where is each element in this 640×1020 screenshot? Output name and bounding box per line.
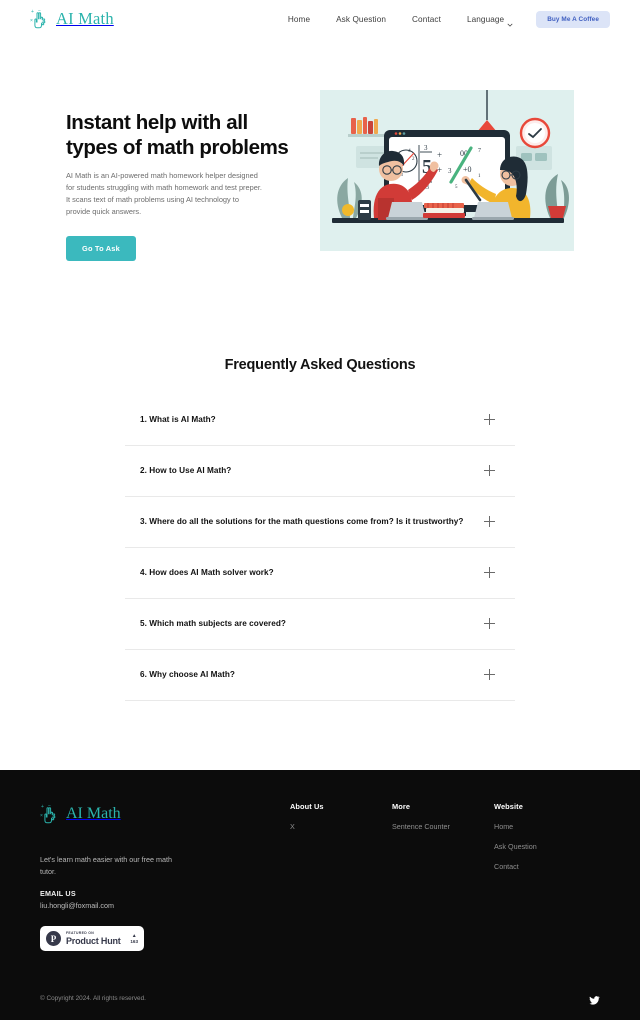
faq-item[interactable]: 3. Where do all the solutions for the ma… (125, 497, 515, 548)
brand-logo[interactable]: + − × AI Math (30, 7, 114, 31)
chevron-down-icon (507, 15, 513, 27)
site-header: + − × AI Math Home Ask Question Contact … (0, 0, 640, 38)
copyright-text: © Copyright 2024. All rights reserved. (40, 994, 146, 1002)
buy-me-a-coffee-button[interactable]: Buy Me A Coffee (536, 10, 610, 28)
svg-text:3: 3 (424, 144, 428, 152)
product-hunt-votes: ▲ 163 (130, 932, 138, 945)
footer-link-x[interactable]: X (290, 822, 392, 831)
footer-top: + − × AI Math Let's learn math easier wi… (0, 770, 640, 952)
footer-column-title: About Us (290, 802, 324, 811)
plus-icon[interactable] (484, 465, 495, 477)
footer-column-about-us: About Us X (290, 802, 392, 951)
plus-icon[interactable] (484, 669, 495, 681)
language-label: Language (466, 14, 505, 24)
faq-item[interactable]: 6. Why choose AI Math? (125, 650, 515, 701)
footer-column-website: Website Home Ask Question Contact (494, 802, 598, 951)
footer-link-sentence-counter[interactable]: Sentence Counter (392, 822, 494, 831)
footer-link-ask-question[interactable]: Ask Question (494, 842, 598, 851)
footer-bottom-bar: © Copyright 2024. All rights reserved. (0, 976, 640, 1020)
product-hunt-name: Product Hunt (66, 935, 121, 946)
hero-description: AI Math is an AI-powered math homework h… (66, 171, 262, 216)
footer-column-more: More Sentence Counter (392, 802, 494, 951)
svg-text:7: 7 (478, 148, 481, 154)
plus-icon[interactable] (484, 414, 495, 426)
caret-up-icon: ▲ (131, 932, 137, 939)
faq-heading: Frequently Asked Questions (224, 356, 416, 373)
hero-section: Instant help with all types of math prob… (0, 38, 640, 261)
go-to-ask-button[interactable]: Go To Ask (66, 235, 136, 261)
language-selector[interactable]: Language (454, 14, 526, 27)
product-hunt-badge[interactable]: P FEATURED ON Product Hunt ▲ 163 (40, 926, 144, 952)
footer-tagline: Let's learn math easier with our free ma… (40, 855, 173, 876)
footer-link-contact[interactable]: Contact (494, 862, 598, 871)
faq-item[interactable]: 4. How does AI Math solver work? (125, 548, 515, 599)
plus-icon[interactable] (484, 516, 495, 528)
svg-text:+: + (31, 9, 34, 15)
plus-icon[interactable] (484, 618, 495, 630)
nav-ask-question[interactable]: Ask Question (323, 15, 399, 24)
svg-text:×: × (40, 813, 43, 819)
faq-question: 5. Which math subjects are covered? (140, 619, 286, 629)
plus-icon[interactable] (484, 567, 495, 579)
svg-text:3: 3 (448, 167, 452, 175)
footer-brand-name: AI Math (66, 805, 121, 822)
page-root: + − × AI Math Home Ask Question Contact … (0, 0, 640, 1020)
main-navigation: Home Ask Question Contact Language Buy M… (275, 10, 610, 28)
svg-text:×: × (30, 18, 33, 24)
nav-contact[interactable]: Contact (399, 15, 454, 24)
faq-item[interactable]: 1. What is AI Math? (125, 395, 515, 446)
faq-section: Frequently Asked Questions 1. What is AI… (0, 261, 640, 701)
footer-column-title: Website (494, 802, 523, 811)
hand-pointer-math-icon: + − × (40, 802, 62, 826)
faq-list: 1. What is AI Math? 2. How to Use AI Mat… (125, 395, 515, 701)
vote-count: 163 (130, 938, 138, 944)
nav-home[interactable]: Home (275, 15, 323, 24)
product-hunt-featured-label: FEATURED ON (66, 931, 95, 936)
email-link[interactable]: liu.hongli@foxmail.com (40, 901, 290, 910)
product-hunt-text: FEATURED ON Product Hunt (66, 931, 121, 946)
email-us-label: EMAIL US (40, 889, 76, 899)
site-footer: + − × AI Math Let's learn math easier wi… (0, 770, 640, 1020)
footer-column-title: More (392, 802, 411, 811)
hero-title-line-1: Instant help with all (66, 111, 248, 134)
svg-text:+: + (437, 150, 442, 160)
faq-question: 1. What is AI Math? (140, 415, 216, 425)
footer-link-home[interactable]: Home (494, 822, 598, 831)
faq-item[interactable]: 5. Which math subjects are covered? (125, 599, 515, 650)
hero-title-line-2: types of math problems (66, 136, 289, 159)
twitter-icon[interactable] (589, 993, 600, 1005)
faq-question: 4. How does AI Math solver work? (140, 568, 274, 578)
hero-copy: Instant help with all types of math prob… (66, 90, 302, 261)
footer-brand-logo[interactable]: + − × AI Math (40, 802, 290, 826)
footer-brand-column: + − × AI Math Let's learn math easier wi… (40, 802, 290, 952)
faq-question: 6. Why choose AI Math? (140, 670, 235, 680)
svg-text:+0: +0 (463, 165, 472, 174)
faq-question: 3. Where do all the solutions for the ma… (140, 517, 464, 527)
product-hunt-icon: P (46, 931, 61, 947)
brand-name: AI Math (56, 9, 114, 28)
faq-item[interactable]: 2. How to Use AI Math? (125, 446, 515, 497)
svg-text:+: + (41, 804, 44, 810)
page-title: Instant help with all types of math prob… (66, 110, 302, 160)
faq-question: 2. How to Use AI Math? (140, 466, 232, 476)
hand-pointer-math-icon: + − × (30, 7, 52, 31)
math-tutoring-illustration: 3 5 3 33 + + 3 00 +0 7 4 2 13 5 (320, 90, 574, 251)
